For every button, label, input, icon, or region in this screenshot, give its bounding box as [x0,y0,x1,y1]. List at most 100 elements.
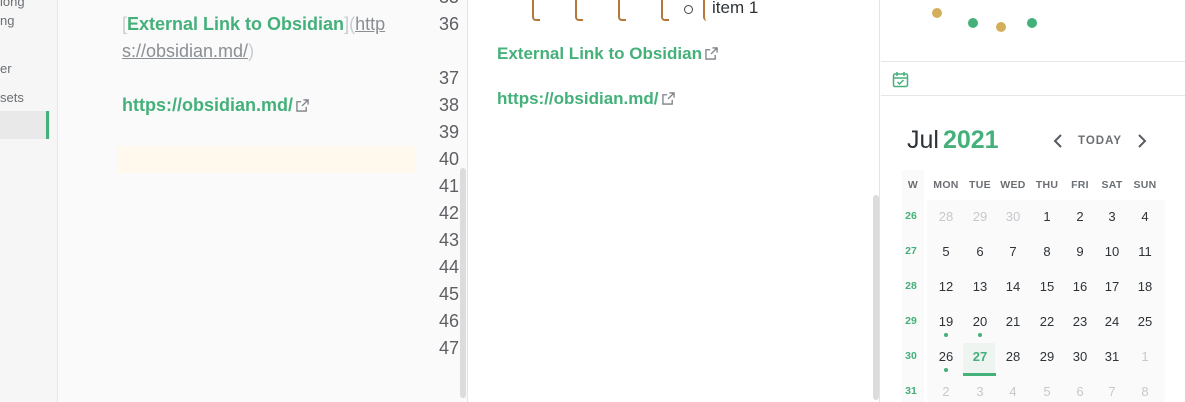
list-bullet [684,5,693,14]
calendar-day[interactable]: 11 [1128,244,1162,259]
line-number: 43 [438,230,459,250]
right-sidebar: Jul 2021 TODAY W MON TUE WED THU FRI SAT … [881,0,1185,402]
calendar-day[interactable]: 18 [1128,279,1162,294]
calendar-day[interactable]: 2 [929,384,963,399]
calendar-day[interactable]: 21 [996,314,1030,329]
calendar-day[interactable]: 3 [963,384,997,399]
calendar-day[interactable]: 4 [1128,209,1162,224]
bare-url-line[interactable]: https://obsidian.md/ [122,95,309,116]
calendar-day[interactable]: 19 [929,314,963,329]
preview-bare-url[interactable]: https://obsidian.md/ [497,89,675,109]
line-number: 47 [438,338,459,358]
today-button[interactable]: TODAY [1078,135,1122,147]
calendar-day[interactable]: 26 [929,349,963,364]
calendar-check-icon[interactable] [892,71,909,88]
calendar-day[interactable]: 14 [996,279,1030,294]
line-number: 35 [407,0,459,8]
calendar-day[interactable]: 16 [1063,279,1097,294]
calendar-day[interactable]: 1 [1030,209,1064,224]
weekday-header: SUN [1133,179,1157,191]
list-indent-guide [575,0,583,21]
file-tree-item[interactable]: sets [0,90,24,105]
weekday-header: WED [1000,179,1026,191]
calendar-year: 2021 [942,126,999,154]
note-dot [944,333,948,337]
calendar-day[interactable]: 22 [1030,314,1064,329]
calendar-day[interactable]: 6 [1063,384,1097,399]
week-number[interactable]: 28 [899,280,923,292]
calendar-day[interactable]: 6 [963,244,997,259]
line-number: 36 [438,14,459,34]
calendar-day[interactable]: 12 [929,279,963,294]
markdown-link-source[interactable]: [External Link to Obsidian](http [122,14,385,35]
week-number[interactable]: 29 [899,315,923,327]
markdown-link-source-wrap[interactable]: s://obsidian.md/) [122,41,254,62]
external-link[interactable]: https://obsidian.md/ [122,95,293,115]
calendar-day[interactable]: 5 [1030,384,1064,399]
calendar-day[interactable]: 28 [996,349,1030,364]
source-editor[interactable]: 35 36 37 38 39 40 41 42 43 44 45 46 47 [… [58,0,468,402]
calendar-day[interactable]: 10 [1095,244,1129,259]
graph-view-fragment[interactable] [881,0,1185,62]
calendar-day[interactable]: 30 [1063,349,1097,364]
graph-node[interactable] [996,22,1006,32]
calendar-day[interactable]: 17 [1095,279,1129,294]
preview-scrollbar[interactable] [873,195,879,400]
md-link-url[interactable]: http [355,14,385,34]
calendar-day[interactable]: 31 [1095,349,1129,364]
week-number[interactable]: 31 [899,385,923,397]
editor-scrollbar[interactable] [460,168,466,398]
calendar-day[interactable]: 8 [1128,384,1162,399]
line-number: 42 [438,203,459,223]
calendar-day[interactable]: 13 [963,279,997,294]
file-tree-active-item[interactable] [0,111,50,139]
md-link-url[interactable]: s://obsidian.md/ [122,41,248,61]
md-bracket: ]( [344,14,356,34]
week-number[interactable]: 30 [899,350,923,362]
calendar-day[interactable]: 25 [1128,314,1162,329]
list-item-text: item 1 [712,0,759,17]
md-link-text[interactable]: External Link to Obsidian [127,14,344,34]
calendar-day[interactable]: 29 [963,209,997,224]
calendar-tab-header [881,63,1185,96]
calendar-day[interactable]: 23 [1063,314,1097,329]
preview-url-text[interactable]: https://obsidian.md/ [497,89,659,108]
calendar-day[interactable]: 1 [1128,349,1162,364]
line-number: 44 [438,257,459,277]
calendar-day[interactable]: 24 [1095,314,1129,329]
calendar-day[interactable]: 7 [996,244,1030,259]
preview-link-text[interactable]: External Link to Obsidian [497,44,702,63]
file-tree-item[interactable]: er [0,61,12,76]
line-number: 46 [438,311,459,331]
weekday-header: TUE [969,179,991,191]
calendar-day[interactable]: 4 [996,384,1030,399]
graph-node[interactable] [968,18,978,28]
calendar-day[interactable]: 15 [1030,279,1064,294]
graph-node[interactable] [932,8,942,18]
calendar-day[interactable]: 5 [929,244,963,259]
calendar-day[interactable]: 30 [996,209,1030,224]
file-tree-item[interactable]: ng [0,13,14,28]
calendar-day[interactable]: 9 [1063,244,1097,259]
list-indent-guide [661,0,669,21]
calendar-day[interactable]: 27 [963,349,997,364]
external-link-icon [296,99,309,112]
calendar-day[interactable]: 7 [1095,384,1129,399]
line-number: 38 [438,95,459,115]
line-number: 45 [438,284,459,304]
file-tree-item[interactable]: long [0,0,25,9]
calendar-day[interactable]: 29 [1030,349,1064,364]
week-number[interactable]: 26 [899,210,923,222]
calendar-day[interactable]: 3 [1095,209,1129,224]
graph-node[interactable] [1027,18,1037,28]
note-dot [978,333,982,337]
calendar-day[interactable]: 2 [1063,209,1097,224]
calendar-day[interactable]: 8 [1030,244,1064,259]
week-number[interactable]: 27 [899,245,923,257]
calendar-day[interactable]: 28 [929,209,963,224]
chevron-right-icon[interactable] [1136,133,1148,149]
calendar-day[interactable]: 20 [963,314,997,329]
line-number: 39 [438,122,459,142]
preview-external-link[interactable]: External Link to Obsidian [497,44,718,64]
chevron-left-icon[interactable] [1052,133,1064,149]
